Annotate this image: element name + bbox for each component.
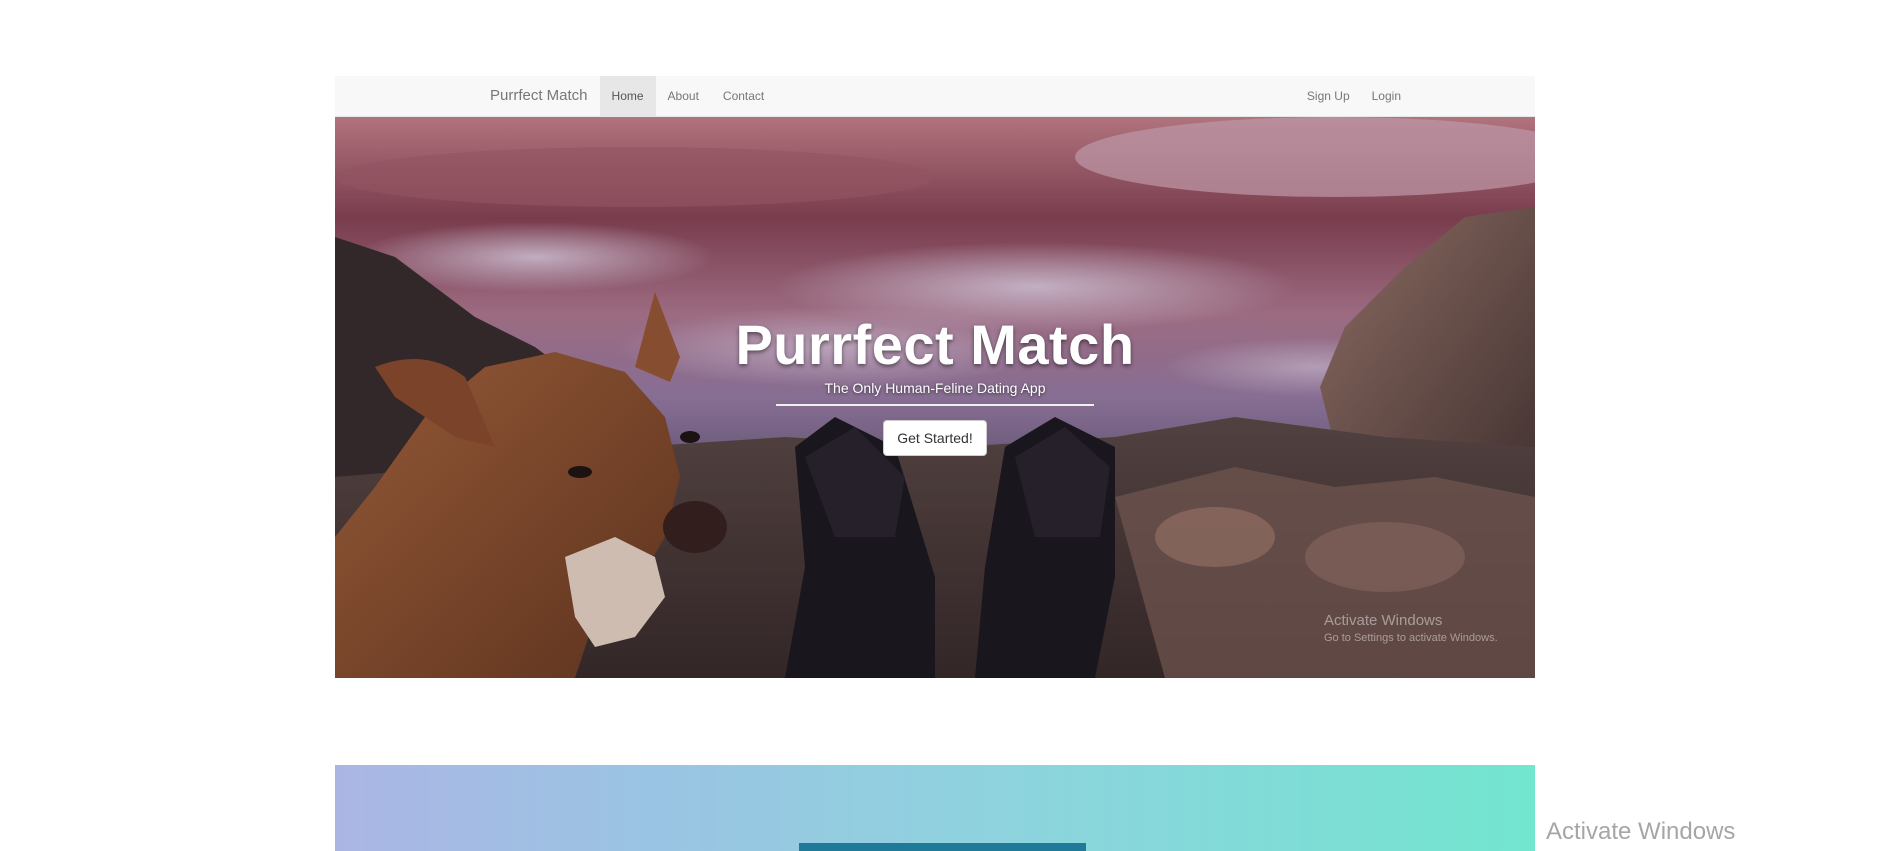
nav-link-contact[interactable]: Contact	[711, 76, 776, 116]
nav-link-home[interactable]: Home	[599, 76, 656, 116]
get-started-button[interactable]: Get Started!	[883, 420, 987, 456]
watermark-subtitle: Go to Settings to activate Windows.	[1324, 632, 1498, 644]
primary-nav: Home About Contact	[599, 76, 777, 116]
hero-content: Purrfect Match The Only Human-Feline Dat…	[335, 313, 1535, 456]
gradient-section	[335, 765, 1535, 851]
navbar-brand[interactable]: Purrfect Match	[490, 76, 600, 116]
nav-link-sign-up[interactable]: Sign Up	[1296, 76, 1361, 116]
hero-title: Purrfect Match	[735, 313, 1135, 376]
nav-link-login[interactable]: Login	[1361, 76, 1412, 116]
top-navbar: Purrfect Match Home About Contact Sign U…	[335, 76, 1535, 117]
hero-divider	[776, 404, 1094, 406]
section-button-partial[interactable]	[799, 843, 1086, 851]
hero-subtitle: The Only Human-Feline Dating App	[824, 380, 1046, 396]
nav-link-about[interactable]: About	[656, 76, 711, 116]
watermark-title: Activate Windows	[1324, 612, 1443, 629]
page-frame: Purrfect Match Home About Contact Sign U…	[335, 76, 1535, 678]
activate-windows-watermark: Activate Windows Go to Settings to activ…	[1324, 612, 1498, 646]
activate-windows-overlay: Activate Windows	[1546, 818, 1736, 845]
account-nav: Sign Up Login	[1296, 76, 1412, 116]
hero-section: Purrfect Match The Only Human-Feline Dat…	[335, 117, 1535, 678]
